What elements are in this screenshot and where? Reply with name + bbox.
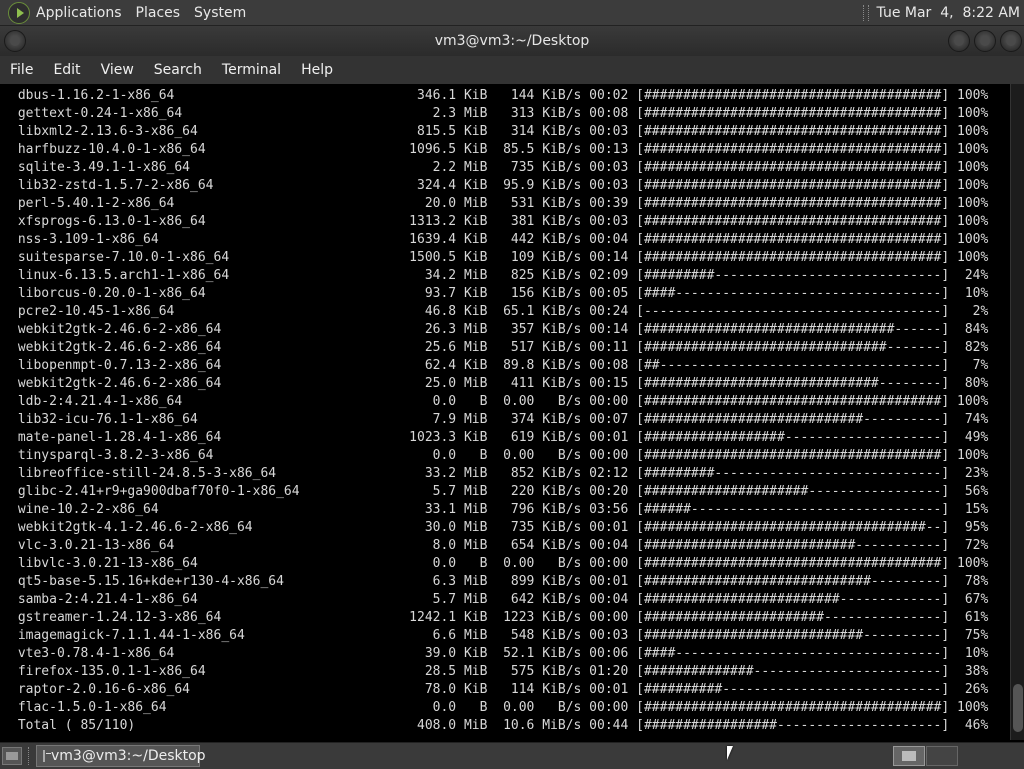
mate-logo-icon[interactable] bbox=[8, 1, 30, 24]
terminal-line: dbus-1.16.2-1-x86_64 346.1 KiB 144 KiB/s… bbox=[10, 88, 989, 103]
top-panel: Applications Places System Tue Mar 4, 8:… bbox=[0, 0, 1024, 26]
menu-help[interactable]: Help bbox=[301, 62, 333, 78]
terminal-line: qt5-base-5.15.16+kde+r130-4-x86_64 6.3 M… bbox=[10, 574, 989, 589]
terminal-line: vlc-3.0.21-13-x86_64 8.0 MiB 654 KiB/s 0… bbox=[10, 538, 989, 553]
terminal-line: webkit2gtk-2.46.6-2-x86_64 25.6 MiB 517 … bbox=[10, 340, 989, 355]
terminal-line: glibc-2.41+r9+ga900dbaf70f0-1-x86_64 5.7… bbox=[10, 484, 989, 499]
menu-search[interactable]: Search bbox=[154, 62, 202, 78]
terminal-line: samba-2:4.21.4-1-x86_64 5.7 MiB 642 KiB/… bbox=[10, 592, 989, 607]
mouse-pointer-icon bbox=[727, 746, 733, 760]
menu-terminal[interactable]: Terminal bbox=[222, 62, 281, 78]
clock-area: Tue Mar 4, 8:22 AM bbox=[862, 0, 1020, 25]
workspace-1[interactable] bbox=[893, 746, 925, 766]
menu-view[interactable]: View bbox=[101, 62, 134, 78]
terminal-line: flac-1.5.0-1-x86_64 0.0 B 0.00 B/s 00:00… bbox=[10, 700, 989, 715]
terminal-line: webkit2gtk-2.46.6-2-x86_64 26.3 MiB 357 … bbox=[10, 322, 989, 337]
terminal-icon bbox=[43, 750, 51, 762]
terminal-line: nss-3.109-1-x86_64 1639.4 KiB 442 KiB/s … bbox=[10, 232, 989, 247]
workspace-2[interactable] bbox=[926, 746, 958, 766]
terminal-line: imagemagick-7.1.1.44-1-x86_64 6.6 MiB 54… bbox=[10, 628, 989, 643]
maximize-button[interactable] bbox=[974, 30, 996, 52]
terminal-line: webkit2gtk-2.46.6-2-x86_64 25.0 MiB 411 … bbox=[10, 376, 989, 391]
menu-edit[interactable]: Edit bbox=[53, 62, 80, 78]
terminal-line: libxml2-2.13.6-3-x86_64 815.5 KiB 314 Ki… bbox=[10, 124, 989, 139]
terminal-line: Total ( 85/110) 408.0 MiB 10.6 MiB/s 00:… bbox=[10, 718, 989, 733]
terminal-line: gstreamer-1.24.12-3-x86_64 1242.1 KiB 12… bbox=[10, 610, 989, 625]
terminal-line: harfbuzz-10.4.0-1-x86_64 1096.5 KiB 85.5… bbox=[10, 142, 989, 157]
terminal-output[interactable]: dbus-1.16.2-1-x86_64 346.1 KiB 144 KiB/s… bbox=[0, 84, 1010, 740]
minimize-button[interactable] bbox=[948, 30, 970, 52]
terminal-line: libopenmpt-0.7.13-2-x86_64 62.4 KiB 89.8… bbox=[10, 358, 989, 373]
panel-separator bbox=[28, 747, 32, 765]
terminal-line: libreoffice-still-24.8.5-3-x86_64 33.2 M… bbox=[10, 466, 989, 481]
taskbar-window-button[interactable]: vm3@vm3:~/Desktop bbox=[36, 745, 206, 767]
show-desktop-icon[interactable] bbox=[2, 747, 22, 765]
terminal-scrollbar[interactable] bbox=[1010, 84, 1024, 740]
panel-menu: Applications Places System bbox=[0, 0, 260, 25]
terminal-line: gettext-0.24-1-x86_64 2.3 MiB 313 KiB/s … bbox=[10, 106, 989, 121]
terminal-line: linux-6.13.5.arch1-1-x86_64 34.2 MiB 825… bbox=[10, 268, 989, 283]
terminal-line: libvlc-3.0.21-13-x86_64 0.0 B 0.00 B/s 0… bbox=[10, 556, 989, 571]
places-menu[interactable]: Places bbox=[136, 5, 181, 21]
clock[interactable]: Tue Mar 4, 8:22 AM bbox=[877, 5, 1020, 21]
window-titlebar[interactable]: vm3@vm3:~/Desktop bbox=[0, 26, 1024, 56]
terminal-line: wine-10.2-2-x86_64 33.1 MiB 796 KiB/s 03… bbox=[10, 502, 989, 517]
scrollbar-thumb[interactable] bbox=[1013, 684, 1023, 732]
terminal-line: mate-panel-1.28.4-1-x86_64 1023.3 KiB 61… bbox=[10, 430, 989, 445]
applications-menu[interactable]: Applications bbox=[36, 5, 122, 21]
terminal-line: xfsprogs-6.13.0-1-x86_64 1313.2 KiB 381 … bbox=[10, 214, 989, 229]
terminal-line: webkit2gtk-4.1-2.46.6-2-x86_64 30.0 MiB … bbox=[10, 520, 989, 535]
terminal-line: pcre2-10.45-1-x86_64 46.8 KiB 65.1 KiB/s… bbox=[10, 304, 989, 319]
terminal-menubar: File Edit View Search Terminal Help bbox=[0, 56, 1024, 84]
terminal-line: sqlite-3.49.1-1-x86_64 2.2 MiB 735 KiB/s… bbox=[10, 160, 989, 175]
terminal-line: suitesparse-7.10.0-1-x86_64 1500.5 KiB 1… bbox=[10, 250, 989, 265]
menu-file[interactable]: File bbox=[10, 62, 33, 78]
terminal-line: vte3-0.78.4-1-x86_64 39.0 KiB 52.1 KiB/s… bbox=[10, 646, 989, 661]
window-title: vm3@vm3:~/Desktop bbox=[434, 33, 590, 49]
terminal-line: lib32-icu-76.1-1-x86_64 7.9 MiB 374 KiB/… bbox=[10, 412, 989, 427]
taskbar-window-label: vm3@vm3:~/Desktop bbox=[51, 748, 206, 764]
close-button[interactable] bbox=[1000, 30, 1022, 52]
terminal-line: liborcus-0.20.0-1-x86_64 93.7 KiB 156 Ki… bbox=[10, 286, 989, 301]
bottom-panel: vm3@vm3:~/Desktop bbox=[0, 742, 1024, 769]
terminal-line: ldb-2:4.21.4-1-x86_64 0.0 B 0.00 B/s 00:… bbox=[10, 394, 989, 409]
terminal-line: tinysparql-3.8.2-3-x86_64 0.0 B 0.00 B/s… bbox=[10, 448, 989, 463]
terminal-line: raptor-2.0.16-6-x86_64 78.0 KiB 114 KiB/… bbox=[10, 682, 989, 697]
system-menu[interactable]: System bbox=[194, 5, 246, 21]
panel-separator bbox=[862, 4, 869, 21]
terminal-line: perl-5.40.1-2-x86_64 20.0 MiB 531 KiB/s … bbox=[10, 196, 989, 211]
terminal-line: lib32-zstd-1.5.7-2-x86_64 324.4 KiB 95.9… bbox=[10, 178, 989, 193]
terminal-line: firefox-135.0.1-1-x86_64 28.5 MiB 575 Ki… bbox=[10, 664, 989, 679]
